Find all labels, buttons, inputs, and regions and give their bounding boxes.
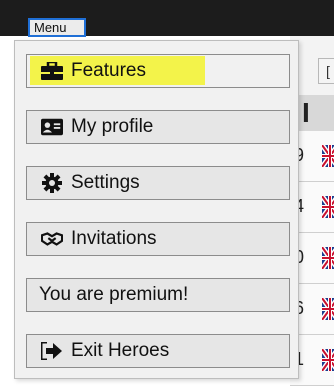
menu-button[interactable]: Menu [28,18,86,37]
id-card-icon [41,116,63,138]
menu-item-label: My profile [71,116,154,137]
uk-flag-icon [322,145,334,167]
sign-out-icon [41,340,63,362]
uk-flag-icon [322,247,334,269]
menu-item-invitations[interactable]: Invitations [26,222,290,256]
briefcase-icon [41,60,63,82]
menu-dropdown [14,40,299,379]
menu-item-label: Settings [71,172,140,193]
menu-item-label: Invitations [71,228,157,249]
menu-item-settings[interactable]: Settings [26,166,290,200]
menu-item-label: Features [71,60,146,81]
menu-item-label: You are premium! [39,284,189,305]
menu-item-my-profile[interactable]: My profile [26,110,290,144]
uk-flag-icon [322,349,334,371]
uk-flag-icon [322,298,334,320]
menu-item-exit-heroes[interactable]: Exit Heroes [26,334,290,368]
background-cell: [ [318,58,334,84]
handshake-icon [41,228,63,250]
gear-icon [41,172,63,194]
uk-flag-icon [322,196,334,218]
menu-item-label: Exit Heroes [71,340,170,361]
menu-item-premium[interactable]: You are premium! [26,278,290,312]
menu-item-features[interactable]: Features [26,54,290,88]
